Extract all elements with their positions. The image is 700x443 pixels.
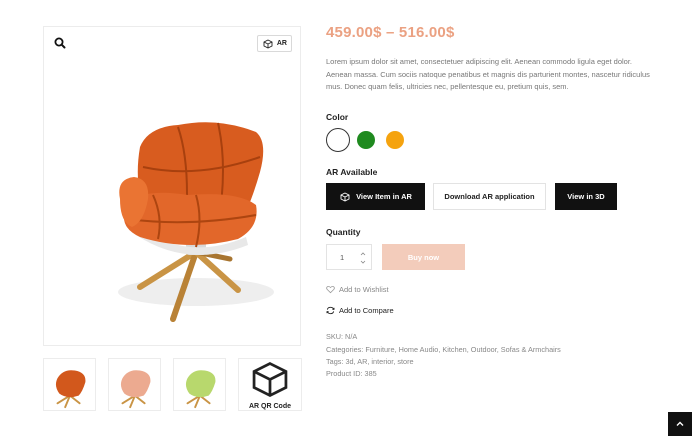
view-in-ar-button[interactable]: View Item in AR (326, 183, 425, 210)
quantity-value: 1 (340, 253, 345, 262)
color-swatch-green[interactable] (354, 128, 378, 152)
thumbnail-orange[interactable] (43, 358, 96, 411)
quantity-label: Quantity (326, 227, 361, 237)
zoom-button[interactable] (53, 36, 67, 50)
color-swatch-white[interactable] (326, 128, 350, 152)
ar-qr-code-label: AR QR Code (249, 403, 291, 410)
price-range: 459.00$ – 516.00$ (326, 24, 455, 41)
product-id: Product ID: 385 (326, 369, 377, 378)
ar-cube-icon (252, 362, 288, 397)
compare-arrows-icon (326, 306, 335, 315)
thumbnail-peach[interactable] (108, 358, 161, 411)
chevron-up-icon (676, 421, 684, 426)
buy-now-button[interactable]: Buy now (382, 244, 465, 270)
view-in-3d-button[interactable]: View in 3D (555, 183, 617, 210)
thumbnail-strip: AR QR Code (43, 358, 303, 413)
product-main-image[interactable]: AR (43, 26, 301, 346)
product-sku: SKU: N/A (326, 332, 358, 341)
chair-image (78, 87, 288, 332)
ar-badge-label: AR (276, 40, 287, 47)
quantity-stepper[interactable]: 1 (326, 244, 372, 270)
ar-badge-button[interactable]: AR (256, 35, 292, 52)
ar-available-label: AR Available (326, 167, 378, 177)
ar-cube-icon (340, 191, 350, 202)
color-swatch-orange[interactable] (383, 128, 407, 152)
heart-icon (326, 285, 335, 294)
download-ar-app-button[interactable]: Download AR application (433, 183, 546, 210)
ar-cube-icon (263, 38, 273, 49)
add-to-wishlist-link[interactable]: Add to Wishlist (326, 284, 389, 295)
color-label: Color (326, 112, 349, 122)
thumbnail-lime[interactable] (173, 358, 226, 411)
ar-qr-code-button[interactable]: AR QR Code (238, 358, 302, 411)
back-to-top-button[interactable] (668, 412, 692, 436)
search-icon (54, 37, 66, 49)
product-tags: Tags: 3d, AR, interior, store (326, 357, 414, 366)
product-categories: Categories: Furniture, Home Audio, Kitch… (326, 345, 561, 354)
product-description: Lorem ipsum dolor sit amet, consectetuer… (326, 57, 650, 91)
add-to-compare-link[interactable]: Add to Compare (326, 305, 394, 316)
stepper-arrows-icon[interactable] (360, 250, 366, 266)
